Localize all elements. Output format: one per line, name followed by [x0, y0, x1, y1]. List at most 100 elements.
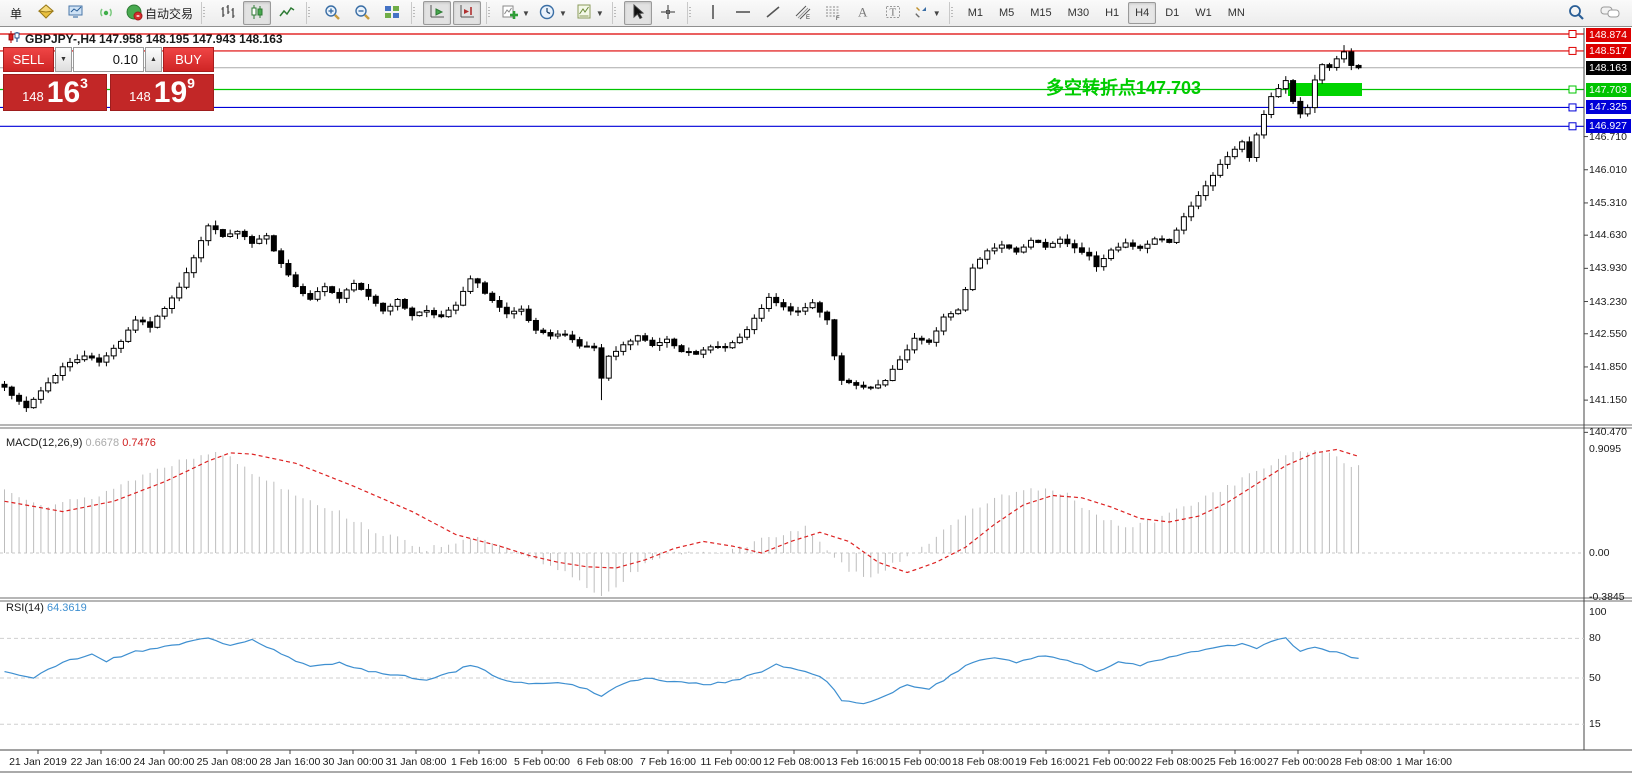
- buy-price-main: 19: [154, 79, 187, 107]
- timeframe-m5[interactable]: M5: [992, 2, 1021, 24]
- time-axis[interactable]: 21 Jan 201922 Jan 16:0024 Jan 00:0025 Ja…: [0, 750, 1632, 774]
- chart-title-text: GBPJPY-,H4 147.958 148.195 147.943 148.1…: [25, 32, 283, 46]
- dropdown-caret-icon: ▼: [596, 9, 604, 18]
- market-watch-icon: [67, 3, 85, 24]
- candlestick-mode[interactable]: [243, 1, 271, 25]
- price-tick-141.150: 141.150: [1589, 394, 1627, 406]
- auto-scroll[interactable]: [423, 1, 451, 25]
- buy-price-prefix: 148: [129, 87, 151, 107]
- periods[interactable]: ▼: [535, 1, 570, 25]
- crosshair-tool[interactable]: [654, 1, 682, 25]
- periods-icon: [538, 3, 556, 24]
- toolbar: 单 自动交易 ▼ ▼ ▼ E F A T ▼ M1M5M15M30H1H4D1W1MN: [0, 0, 1632, 27]
- horizontal-line-icon: [734, 3, 752, 24]
- volume-increase-button[interactable]: ▲: [145, 47, 162, 72]
- bar-chart-icon: [218, 3, 236, 24]
- candlestick-icon: [248, 3, 266, 24]
- fibonacci-tool[interactable]: F: [819, 1, 847, 25]
- hline-handle[interactable]: [1569, 31, 1576, 38]
- buy-price-button[interactable]: 148 19 9: [110, 74, 214, 111]
- price-tick-143.230: 143.230: [1589, 296, 1627, 308]
- rsi-value: 64.3619: [47, 602, 87, 614]
- templates[interactable]: ▼: [572, 1, 607, 25]
- dropdown-caret-icon: ▼: [559, 9, 567, 18]
- new-order[interactable]: 单: [2, 1, 30, 25]
- toolbar-separator: [687, 2, 694, 24]
- timeframe-w1[interactable]: W1: [1188, 2, 1219, 24]
- arrows-icon: [912, 3, 930, 24]
- volume-decrease-button[interactable]: ▼: [55, 47, 72, 72]
- line-chart-mode[interactable]: [273, 1, 301, 25]
- chart-symbol-icon: [8, 31, 20, 46]
- macd-name: MACD(12,26,9): [6, 437, 82, 449]
- chart-shift-icon: [458, 3, 476, 24]
- timeframe-mn[interactable]: MN: [1221, 2, 1252, 24]
- indicator-tick--0.3845: -0.3845: [1589, 591, 1625, 603]
- price-axis[interactable]: 148.874148.517148.163147.703147.325146.9…: [1585, 28, 1632, 750]
- autotrade-icon: [125, 3, 143, 24]
- timeframe-h4[interactable]: H4: [1128, 2, 1156, 24]
- timeframe-m1[interactable]: M1: [961, 2, 990, 24]
- chart-canvas[interactable]: [0, 28, 1632, 774]
- sell-price-main: 16: [47, 79, 80, 107]
- price-tick-141.850: 141.850: [1589, 361, 1627, 373]
- indicators[interactable]: ▼: [498, 1, 533, 25]
- hline-handle[interactable]: [1569, 47, 1576, 54]
- hline-handle[interactable]: [1569, 123, 1576, 130]
- buy-button[interactable]: BUY: [163, 47, 214, 72]
- volume-input[interactable]: 0.10: [73, 47, 144, 72]
- sell-price-button[interactable]: 148 16 3: [3, 74, 107, 111]
- signals-icon: [97, 3, 115, 24]
- market-watch[interactable]: [62, 1, 90, 25]
- zoom-in-icon: [323, 3, 341, 24]
- chat-button[interactable]: [1596, 1, 1624, 25]
- sell-price-prefix: 148: [22, 87, 44, 107]
- hline-handle[interactable]: [1569, 104, 1576, 111]
- vertical-line-icon: [704, 3, 722, 24]
- fibonacci-icon: F: [824, 3, 842, 24]
- macd-main-value: 0.6678: [85, 437, 119, 449]
- text-label-icon: T: [884, 3, 902, 24]
- indicator-tick-0.9095: 0.9095: [1589, 443, 1621, 455]
- equidistant-channel-icon: E: [794, 3, 812, 24]
- sell-price-pip: 3: [80, 76, 88, 90]
- bar-chart-mode[interactable]: [213, 1, 241, 25]
- zoom-out[interactable]: [348, 1, 376, 25]
- sell-button[interactable]: SELL: [3, 47, 54, 72]
- pivot-annotation[interactable]: 多空转折点147.703: [1046, 74, 1201, 100]
- rsi-pane: [0, 638, 1584, 724]
- chart-shift[interactable]: [453, 1, 481, 25]
- tile-windows[interactable]: [378, 1, 406, 25]
- zoom-in[interactable]: [318, 1, 346, 25]
- timeframe-d1[interactable]: D1: [1158, 2, 1186, 24]
- auto-trading[interactable]: 自动交易: [122, 1, 196, 25]
- text-label-tool[interactable]: T: [879, 1, 907, 25]
- trend-line-tool[interactable]: [759, 1, 787, 25]
- horizontal-line-tool[interactable]: [729, 1, 757, 25]
- tile-windows-icon: [383, 3, 401, 24]
- new-order-label: 单: [10, 5, 22, 22]
- timeframe-h1[interactable]: H1: [1098, 2, 1126, 24]
- hline-handle[interactable]: [1569, 86, 1576, 93]
- highlight-box[interactable]: [1288, 83, 1362, 96]
- text-icon: A: [854, 3, 872, 24]
- cursor-tool[interactable]: [624, 1, 652, 25]
- toolbar-separator: [411, 2, 418, 24]
- svg-text:A: A: [858, 4, 868, 19]
- history-center[interactable]: [32, 1, 60, 25]
- arrows-tool[interactable]: ▼: [909, 1, 944, 25]
- text-tool[interactable]: A: [849, 1, 877, 25]
- search-button[interactable]: [1562, 1, 1590, 25]
- time-label-22: 1 Mar 16:00: [1381, 756, 1467, 768]
- svg-text:F: F: [836, 16, 840, 21]
- rsi-name: RSI(14): [6, 602, 44, 614]
- buy-price-pip: 9: [187, 76, 195, 90]
- price-tick-146.710: 146.710: [1589, 131, 1627, 143]
- equidistant-channel-tool[interactable]: E: [789, 1, 817, 25]
- line-chart-icon: [278, 3, 296, 24]
- signals[interactable]: [92, 1, 120, 25]
- toolbar-separator: [949, 2, 956, 24]
- timeframe-m15[interactable]: M15: [1023, 2, 1058, 24]
- timeframe-m30[interactable]: M30: [1061, 2, 1096, 24]
- vertical-line-tool[interactable]: [699, 1, 727, 25]
